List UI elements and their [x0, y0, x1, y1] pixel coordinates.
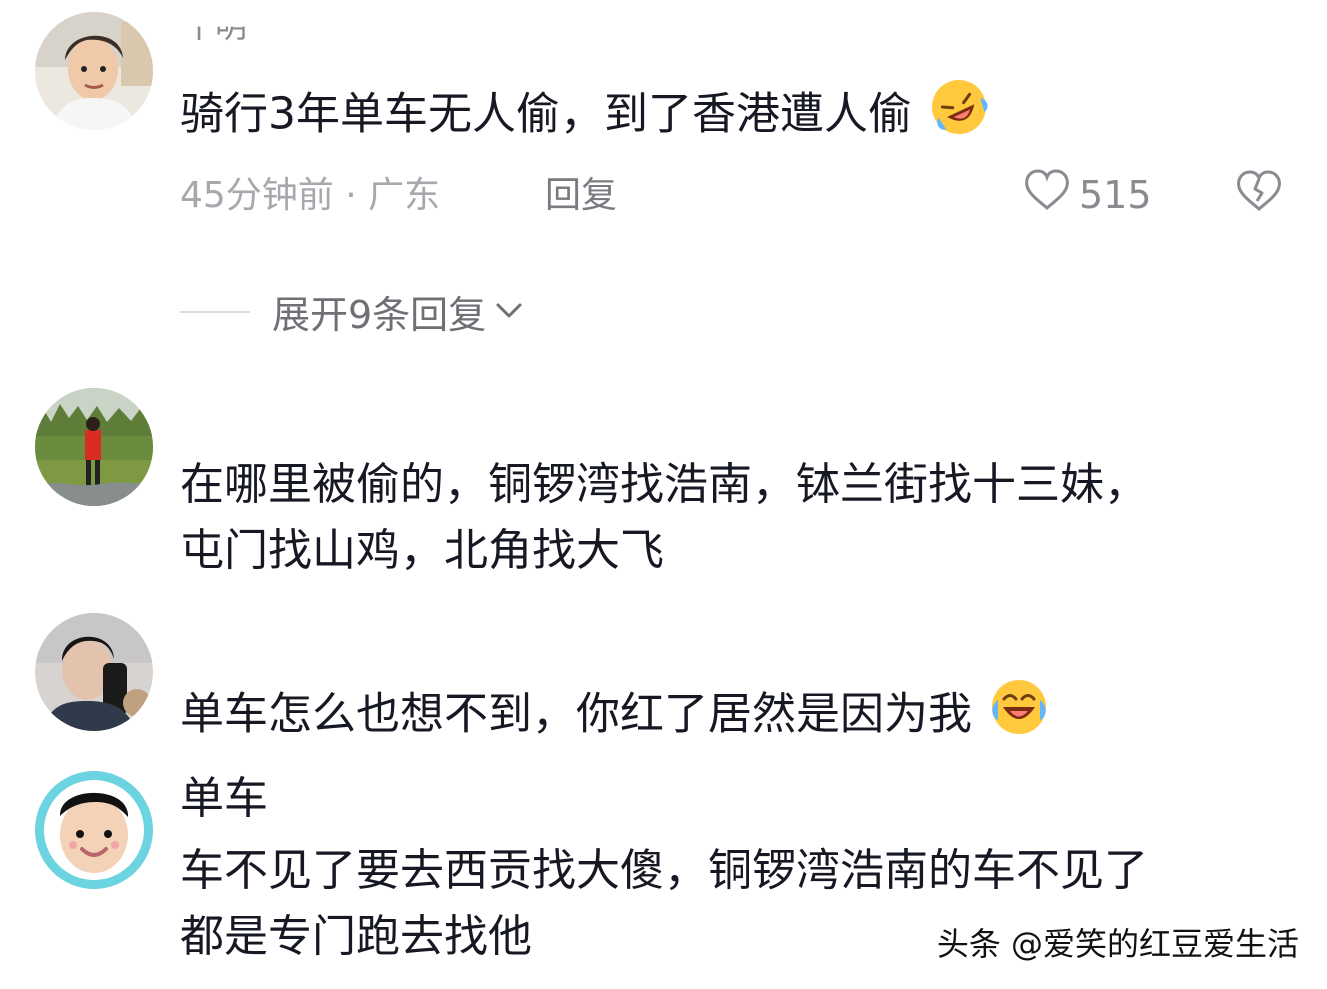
comment-3-avatar[interactable]: [35, 613, 153, 731]
comment-3-text: 单车怎么也想不到，你红了居然是因为我: [180, 676, 1050, 757]
comment-4-username[interactable]: 单车: [180, 766, 268, 832]
laughing-tears-emoji-icon: [988, 676, 1050, 757]
comment-1-text: 骑行3年单车无人偷，到了香港遭人偷: [180, 76, 990, 157]
chevron-down-icon: [494, 300, 524, 324]
comment-1-like-button[interactable]: 515: [1023, 168, 1152, 221]
watermark: 头条 @爱笑的红豆爱生活: [936, 925, 1299, 963]
comment-1-reply-button[interactable]: 回复: [545, 166, 617, 218]
comment-4-username-text: 单车: [180, 773, 268, 824]
comment-3-text-content: 单车怎么也想不到，你红了居然是因为我: [180, 688, 972, 740]
expand-replies-button[interactable]: 展开9条回复: [180, 284, 524, 339]
divider-line: [180, 310, 250, 313]
comment-2-text-line1: 在哪里被偷的，铜锣湾找浩南，钵兰街找十三妹，: [180, 459, 1148, 510]
comment-1-like-count: 515: [1079, 172, 1152, 217]
comment-2-avatar[interactable]: [35, 388, 153, 506]
comment-1-username[interactable]: 十明: [183, 27, 247, 42]
comment-1-avatar[interactable]: [35, 12, 153, 130]
heart-icon: [1023, 168, 1071, 221]
expand-replies-label: 展开9条回复: [272, 293, 487, 337]
comment-1-meta: 45分钟前 · 广东: [180, 175, 441, 216]
comment-2-text: 在哪里被偷的，铜锣湾找浩南，钵兰街找十三妹， 屯门找山鸡，北角找大飞: [180, 452, 1148, 584]
comment-2-text-line2: 屯门找山鸡，北角找大飞: [180, 525, 664, 576]
comment-4-avatar[interactable]: [35, 771, 153, 889]
broken-heart-icon[interactable]: [1235, 169, 1283, 217]
comment-1-text-content: 骑行3年单车无人偷，到了香港遭人偷: [180, 88, 912, 140]
comment-4-text-line1: 车不见了要去西贡找大傻，铜锣湾浩南的车不见了: [180, 845, 1148, 896]
rofl-emoji-icon: [928, 76, 990, 157]
